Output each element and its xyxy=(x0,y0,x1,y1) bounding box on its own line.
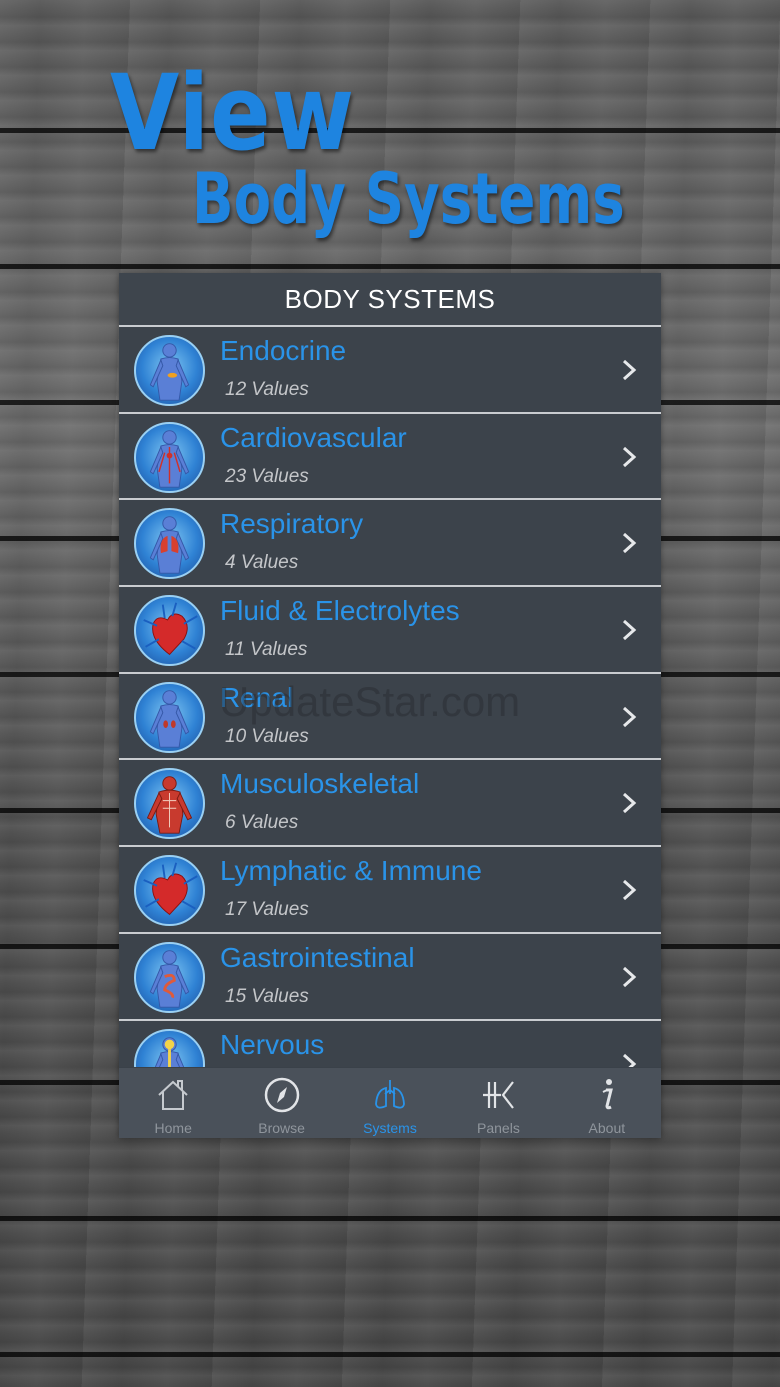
system-name: Respiratory xyxy=(220,508,364,540)
chevron-right-icon xyxy=(622,1053,637,1067)
system-name: Cardiovascular xyxy=(220,421,407,453)
system-name: Nervous xyxy=(220,1028,325,1060)
body-endocrine-icon xyxy=(134,335,205,406)
values-count: 6 Values xyxy=(225,812,299,834)
headline-line-2: Body Systems xyxy=(192,158,625,240)
system-name: Fluid & Electrolytes xyxy=(220,595,460,627)
navigation-bar: BODY SYSTEMS xyxy=(119,273,661,327)
promo-headline: View Body Systems xyxy=(0,0,780,250)
values-count: 15 Values xyxy=(225,985,309,1007)
tab-systems[interactable]: Systems xyxy=(336,1068,444,1138)
system-name: Renal xyxy=(220,681,294,713)
values-count: 12 Values xyxy=(225,379,309,400)
values-count: 4 Values xyxy=(225,552,299,574)
compass-icon xyxy=(264,1077,299,1113)
body-systems-list[interactable]: Endocrine 12 Values Cardiovascular 23 Va… xyxy=(119,327,661,1067)
page-title: BODY SYSTEMS xyxy=(284,283,496,314)
list-item-nervous[interactable]: Nervous xyxy=(119,1020,661,1067)
system-name: Lymphatic & Immune xyxy=(220,855,482,887)
muscle-body-icon xyxy=(134,768,205,840)
system-name: Musculoskeletal xyxy=(220,768,420,800)
chevron-right-icon xyxy=(622,793,637,814)
headline-line-1: View xyxy=(110,52,356,174)
app-screen: BODY SYSTEMS Endocrine 12 Values Cardiov… xyxy=(119,273,661,1138)
tab-label: Systems xyxy=(363,1120,417,1136)
body-respiratory-icon xyxy=(134,508,205,580)
heart-icon xyxy=(134,855,205,927)
values-count: 17 Values xyxy=(225,899,309,921)
list-item-endocrine[interactable]: Endocrine 12 Values xyxy=(119,327,661,414)
list-item-respiratory[interactable]: Respiratory 4 Values xyxy=(119,500,661,588)
system-name: Gastrointestinal xyxy=(220,941,415,973)
values-count: 10 Values xyxy=(225,725,309,747)
tab-about[interactable]: About xyxy=(553,1068,661,1138)
body-nervous-icon xyxy=(134,1028,205,1067)
lungs-icon xyxy=(375,1080,405,1109)
tab-panels[interactable]: Panels xyxy=(444,1068,552,1138)
body-gastro-icon xyxy=(134,941,205,1013)
heart-icon xyxy=(134,595,205,667)
tab-label: Panels xyxy=(477,1120,520,1136)
chevron-right-icon xyxy=(622,446,637,467)
chevron-right-icon xyxy=(622,359,637,381)
values-count: 11 Values xyxy=(225,639,308,661)
chevron-right-icon xyxy=(622,533,637,554)
panels-icon xyxy=(483,1081,515,1109)
tab-home[interactable]: Home xyxy=(119,1068,227,1138)
list-item-gastrointestinal[interactable]: Gastrointestinal 15 Values xyxy=(119,933,661,1021)
list-item-renal[interactable]: Renal 10 Values xyxy=(119,673,661,761)
tab-browse[interactable]: Browse xyxy=(227,1068,335,1138)
list-item-fluid-electrolytes[interactable]: Fluid & Electrolytes 11 Values xyxy=(119,587,661,674)
tab-label: About xyxy=(588,1120,626,1136)
list-item-lymphatic-immune[interactable]: Lymphatic & Immune 17 Values xyxy=(119,847,661,934)
tab-label: Browse xyxy=(258,1120,305,1136)
list-item-cardiovascular[interactable]: Cardiovascular 23 Values xyxy=(119,413,661,501)
info-icon xyxy=(602,1079,613,1110)
chevron-right-icon xyxy=(622,706,637,727)
system-name: Endocrine xyxy=(220,335,347,366)
tab-label: Home xyxy=(154,1120,192,1136)
body-cardiovascular-icon xyxy=(134,421,205,493)
tab-bar: Home Browse Systems Panels About xyxy=(119,1068,661,1138)
chevron-right-icon xyxy=(622,880,637,901)
values-count: 23 Values xyxy=(225,465,309,487)
chevron-right-icon xyxy=(622,966,637,987)
list-item-musculoskeletal[interactable]: Musculoskeletal 6 Values xyxy=(119,760,661,848)
body-renal-icon xyxy=(134,681,205,753)
home-icon xyxy=(158,1080,188,1110)
chevron-right-icon xyxy=(622,619,637,641)
